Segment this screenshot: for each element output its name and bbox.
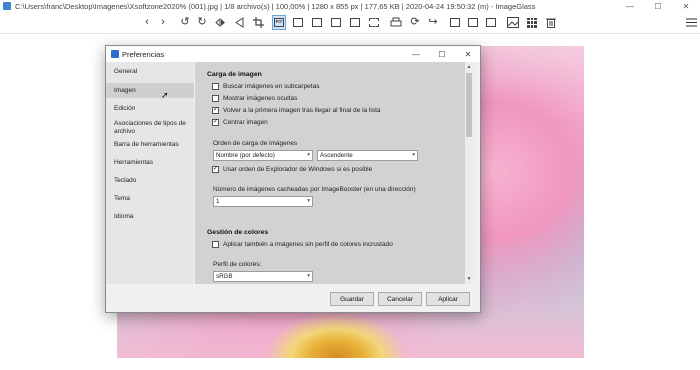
nav-item-teclado[interactable]: Teclado <box>106 174 194 188</box>
toolbar: ‹ › ↺ ↻ FIT ⟳ ↪ <box>0 12 700 34</box>
crop-icon[interactable] <box>251 15 265 30</box>
zoom-to-fit-icon[interactable]: FIT <box>272 15 286 30</box>
main-menu-icon[interactable] <box>684 15 698 30</box>
print-icon[interactable] <box>389 15 403 30</box>
next-image-icon[interactable]: › <box>156 15 170 30</box>
delete-icon[interactable] <box>544 15 558 30</box>
nav-item-barra-herramientas[interactable]: Barra de herramientas <box>106 138 194 152</box>
nav-item-imagen[interactable]: Imagen <box>106 83 194 98</box>
scroll-up-icon[interactable]: ▲ <box>465 64 473 70</box>
order-label: Orden de carga de imágenes <box>213 140 298 147</box>
mouse-cursor-icon: ➚ <box>161 90 169 100</box>
content-scrollbar[interactable]: ▲ ▼ <box>465 62 473 284</box>
nav-item-herramientas[interactable]: Herramientas <box>106 156 194 170</box>
dialog-footer: Guardar Cancelar Aplicar <box>106 284 480 312</box>
checkbox-hidden-box[interactable] <box>212 95 219 102</box>
direction-select[interactable]: Ascendente ▾ <box>317 150 418 161</box>
rotate-left-icon[interactable]: ↺ <box>178 15 192 30</box>
preferences-nav: General Imagen Edición Asociaciones de t… <box>106 62 194 284</box>
cache-select[interactable]: 1 ▾ <box>213 196 313 207</box>
dialog-title: Preferencias <box>122 49 165 59</box>
imageglass-app-icon <box>3 2 11 10</box>
nav-item-idioma[interactable]: Idioma <box>106 210 194 224</box>
nav-item-tema[interactable]: Tema <box>106 192 194 206</box>
checkbox-center[interactable]: ✓ Centrar imagen <box>212 119 268 126</box>
checkbox-embedded-profile[interactable]: Aplicar también a imágenes sin perfil de… <box>212 241 393 248</box>
checkbox-hidden[interactable]: Mostrar imágenes ocultas <box>212 95 297 102</box>
checkbox-loop-box[interactable]: ✓ <box>212 107 219 114</box>
checkbox-explorer-order[interactable]: ✓ Usar orden de Explorador de Windows si … <box>212 166 372 173</box>
dialog-app-icon <box>111 50 119 58</box>
scroll-down-icon[interactable]: ▼ <box>465 276 473 282</box>
open-image-icon[interactable] <box>448 15 462 30</box>
maximize-icon[interactable]: ☐ <box>644 0 672 12</box>
dialog-close-icon[interactable]: ✕ <box>456 50 480 59</box>
rotate-right-icon[interactable]: ↻ <box>195 15 209 30</box>
checkbox-subfolders-box[interactable] <box>212 83 219 90</box>
lock-zoom-icon[interactable] <box>310 15 324 30</box>
checkbox-embedded-box[interactable] <box>212 241 219 248</box>
profile-label: Perfil de colores: <box>213 261 262 268</box>
save-button[interactable]: Guardar <box>330 292 374 306</box>
flip-vertical-icon[interactable] <box>232 15 246 30</box>
nav-item-edicion[interactable]: Edición <box>106 102 194 116</box>
nav-item-general[interactable]: General <box>106 65 194 79</box>
minimize-icon[interactable]: — <box>616 0 644 12</box>
profile-select[interactable]: sRGB ▾ <box>213 271 313 282</box>
section-gestion-colores: Gestión de colores <box>207 229 269 236</box>
scale-to-fill-icon[interactable] <box>367 15 381 30</box>
scale-to-width-icon[interactable] <box>329 15 343 30</box>
save-image-icon[interactable] <box>466 15 480 30</box>
slideshow-icon[interactable]: ↪ <box>426 15 440 30</box>
dialog-minimize-icon[interactable]: — <box>404 50 428 59</box>
nav-item-asociaciones[interactable]: Asociaciones de tipos de archivo <box>106 118 194 138</box>
flip-horizontal-icon[interactable] <box>213 15 227 30</box>
preferences-dialog: Preferencias — ☐ ✕ General Imagen Edició… <box>105 45 481 313</box>
thumbnail-bar-icon[interactable] <box>525 15 539 30</box>
window-title: C:\Users\franc\Desktop\Imagenes\Xsoftzon… <box>15 1 536 11</box>
preferences-content: Carga de imagen Buscar imágenes en subca… <box>195 62 473 284</box>
window-titlebar: C:\Users\franc\Desktop\Imagenes\Xsoftzon… <box>0 0 700 12</box>
section-carga-imagen: Carga de imagen <box>207 71 262 78</box>
checkbox-subfolders[interactable]: Buscar imágenes en subcarpetas <box>212 83 319 90</box>
scale-to-height-icon[interactable] <box>348 15 362 30</box>
previous-image-icon[interactable]: ‹ <box>140 15 154 30</box>
apply-button[interactable]: Aplicar <box>426 292 470 306</box>
order-select[interactable]: Nombre (por defecto) ▾ <box>213 150 313 161</box>
gallery-icon[interactable] <box>484 15 498 30</box>
cache-label: Número de imágenes cacheadas por ImageBo… <box>213 186 416 193</box>
checkbox-center-box[interactable]: ✓ <box>212 119 219 126</box>
close-icon[interactable]: ✕ <box>672 0 700 12</box>
checkbox-loop[interactable]: ✓ Volver a la primera imagen tras llegar … <box>212 107 381 114</box>
auto-zoom-icon[interactable] <box>291 15 305 30</box>
set-wallpaper-icon[interactable] <box>506 15 520 30</box>
dialog-titlebar: Preferencias — ☐ ✕ <box>106 46 480 62</box>
scroll-thumb[interactable] <box>466 73 472 137</box>
checkbox-explorer-box[interactable]: ✓ <box>212 166 219 173</box>
dialog-maximize-icon[interactable]: ☐ <box>430 50 454 59</box>
refresh-icon[interactable]: ⟳ <box>408 15 422 30</box>
cancel-button[interactable]: Cancelar <box>378 292 422 306</box>
